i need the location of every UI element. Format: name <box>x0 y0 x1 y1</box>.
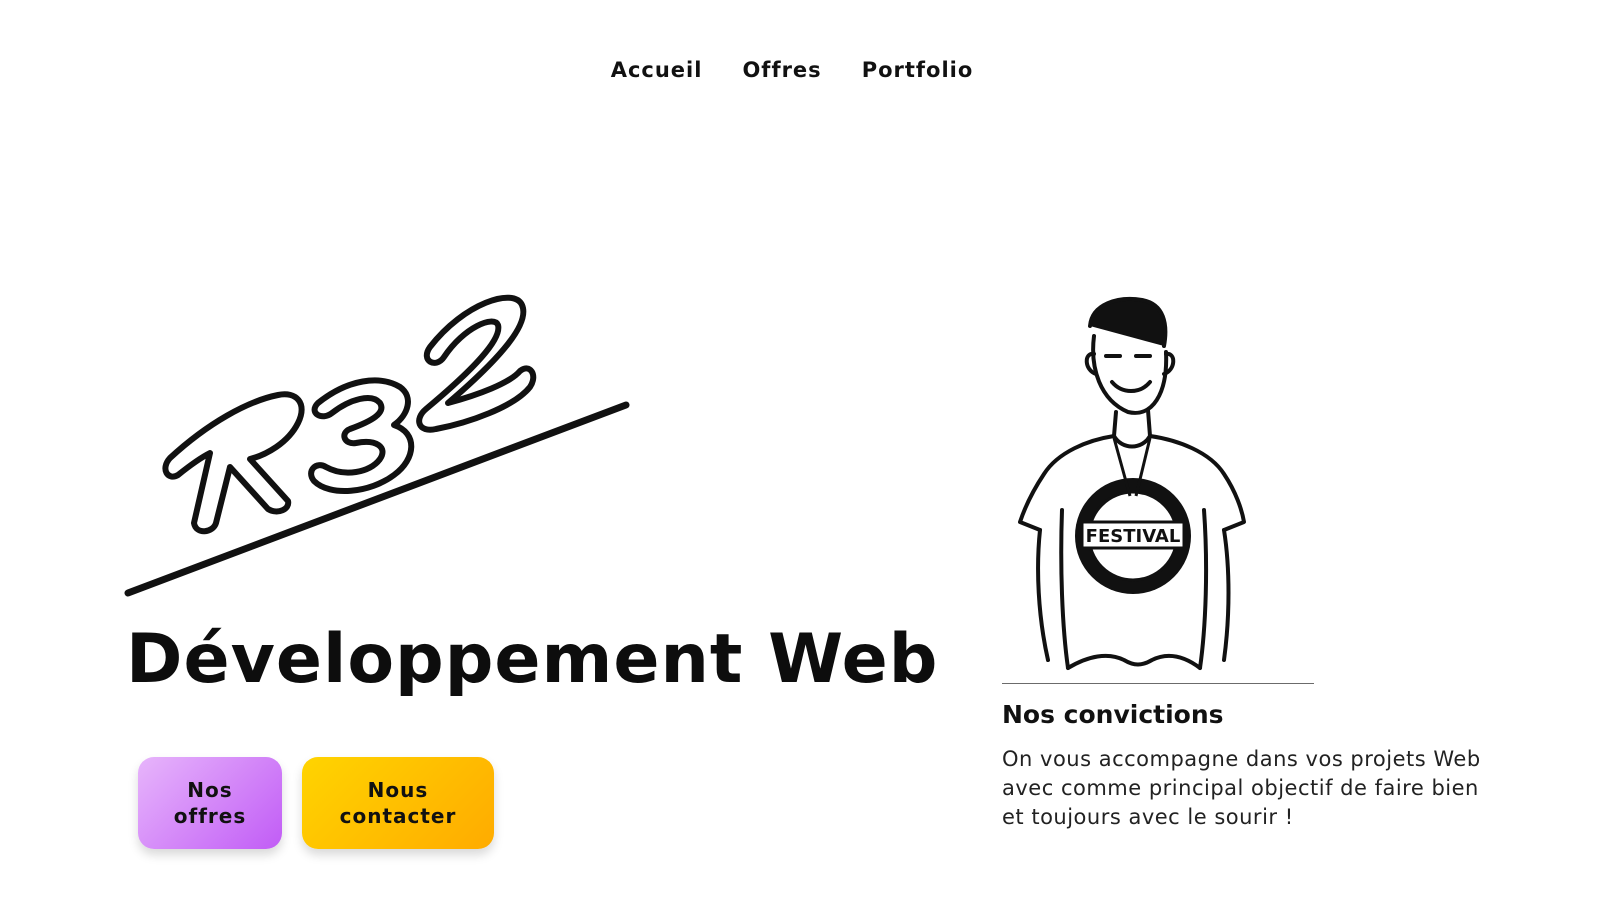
main-nav: Accueil Offres Portfolio <box>0 58 1592 82</box>
nav-link-offres[interactable]: Offres <box>742 58 821 82</box>
section-divider <box>1002 683 1314 684</box>
convictions-text: On vous accompagne dans vos projets Web … <box>1002 747 1481 829</box>
our-offers-button[interactable]: Nos offres <box>138 757 282 849</box>
contact-us-button[interactable]: Nous contacter <box>302 757 494 849</box>
shirt-text: FESTIVAL <box>1086 526 1181 547</box>
convictions-title: Nos convictions <box>1002 700 1224 729</box>
page: Accueil Offres Portfolio Développement W… <box>0 0 1600 900</box>
nav-link-accueil[interactable]: Accueil <box>611 58 703 82</box>
hero-title: Développement Web <box>126 620 939 699</box>
portrait-illustration: FESTIVAL <box>1018 297 1246 670</box>
nav-link-portfolio[interactable]: Portfolio <box>862 58 974 82</box>
r32-logo <box>124 294 630 597</box>
